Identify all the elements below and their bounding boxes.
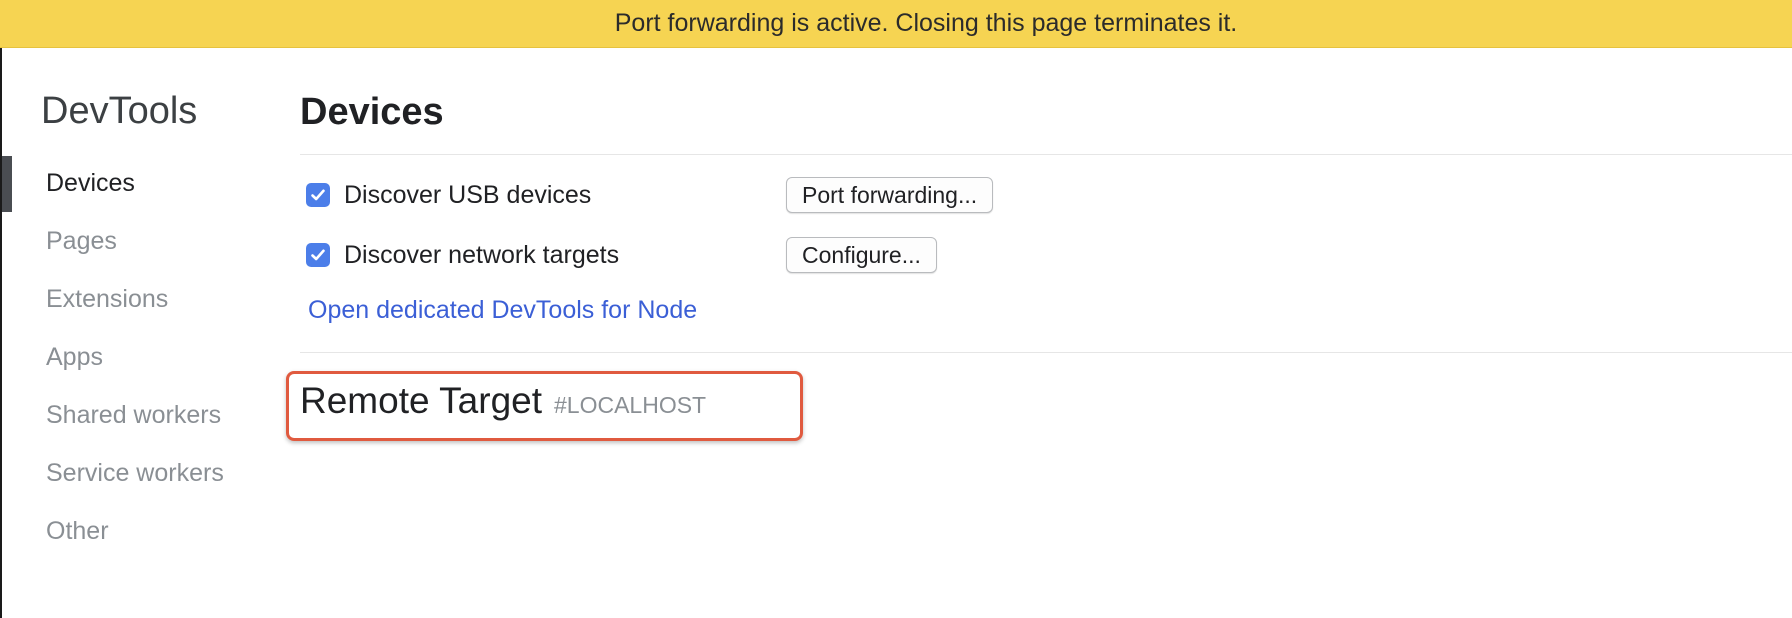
discover-network-label[interactable]: Discover network targets bbox=[344, 241, 619, 270]
discover-usb-checkbox[interactable] bbox=[306, 183, 330, 207]
configure-button[interactable]: Configure... bbox=[786, 237, 937, 273]
devtools-inspect-page: Port forwarding is active. Closing this … bbox=[0, 0, 1792, 618]
sidebar-item-devices[interactable]: Devices bbox=[0, 154, 270, 212]
page-title: Devices bbox=[300, 91, 444, 133]
remote-target-header: Remote Target #LOCALHOST bbox=[300, 380, 706, 422]
app-title: DevTools bbox=[41, 90, 198, 132]
remote-target-title: Remote Target bbox=[300, 380, 542, 421]
section-divider bbox=[300, 352, 1792, 353]
sidebar-item-label: Service workers bbox=[46, 458, 224, 487]
sidebar-nav: Devices Pages Extensions Apps Shared wor… bbox=[0, 154, 270, 560]
sidebar-item-other[interactable]: Other bbox=[0, 502, 270, 560]
sidebar-item-service-workers[interactable]: Service workers bbox=[0, 444, 270, 502]
sidebar-item-extensions[interactable]: Extensions bbox=[0, 270, 270, 328]
discover-usb-label[interactable]: Discover USB devices bbox=[344, 181, 591, 210]
sidebar-item-label: Shared workers bbox=[46, 400, 222, 429]
sidebar-item-label: Pages bbox=[46, 226, 117, 255]
sidebar-item-label: Apps bbox=[46, 342, 103, 371]
discover-network-checkbox[interactable] bbox=[306, 243, 330, 267]
open-node-devtools-link[interactable]: Open dedicated DevTools for Node bbox=[308, 296, 697, 325]
discover-network-row: Discover network targets bbox=[306, 235, 619, 275]
sidebar-item-pages[interactable]: Pages bbox=[0, 212, 270, 270]
sidebar-item-label: Extensions bbox=[46, 284, 169, 313]
sidebar-item-label: Devices bbox=[46, 168, 135, 197]
remote-target-tag: #LOCALHOST bbox=[554, 392, 707, 418]
checkmark-icon bbox=[311, 189, 325, 201]
sidebar-item-apps[interactable]: Apps bbox=[0, 328, 270, 386]
discover-usb-row: Discover USB devices bbox=[306, 175, 591, 215]
checkmark-icon bbox=[311, 249, 325, 261]
devices-panel: Devices Discover USB devices Port forwar… bbox=[286, 0, 1792, 618]
sidebar-item-label: Other bbox=[46, 516, 109, 545]
port-forwarding-button[interactable]: Port forwarding... bbox=[786, 177, 994, 213]
header-divider bbox=[300, 154, 1792, 155]
sidebar-item-shared-workers[interactable]: Shared workers bbox=[0, 386, 270, 444]
